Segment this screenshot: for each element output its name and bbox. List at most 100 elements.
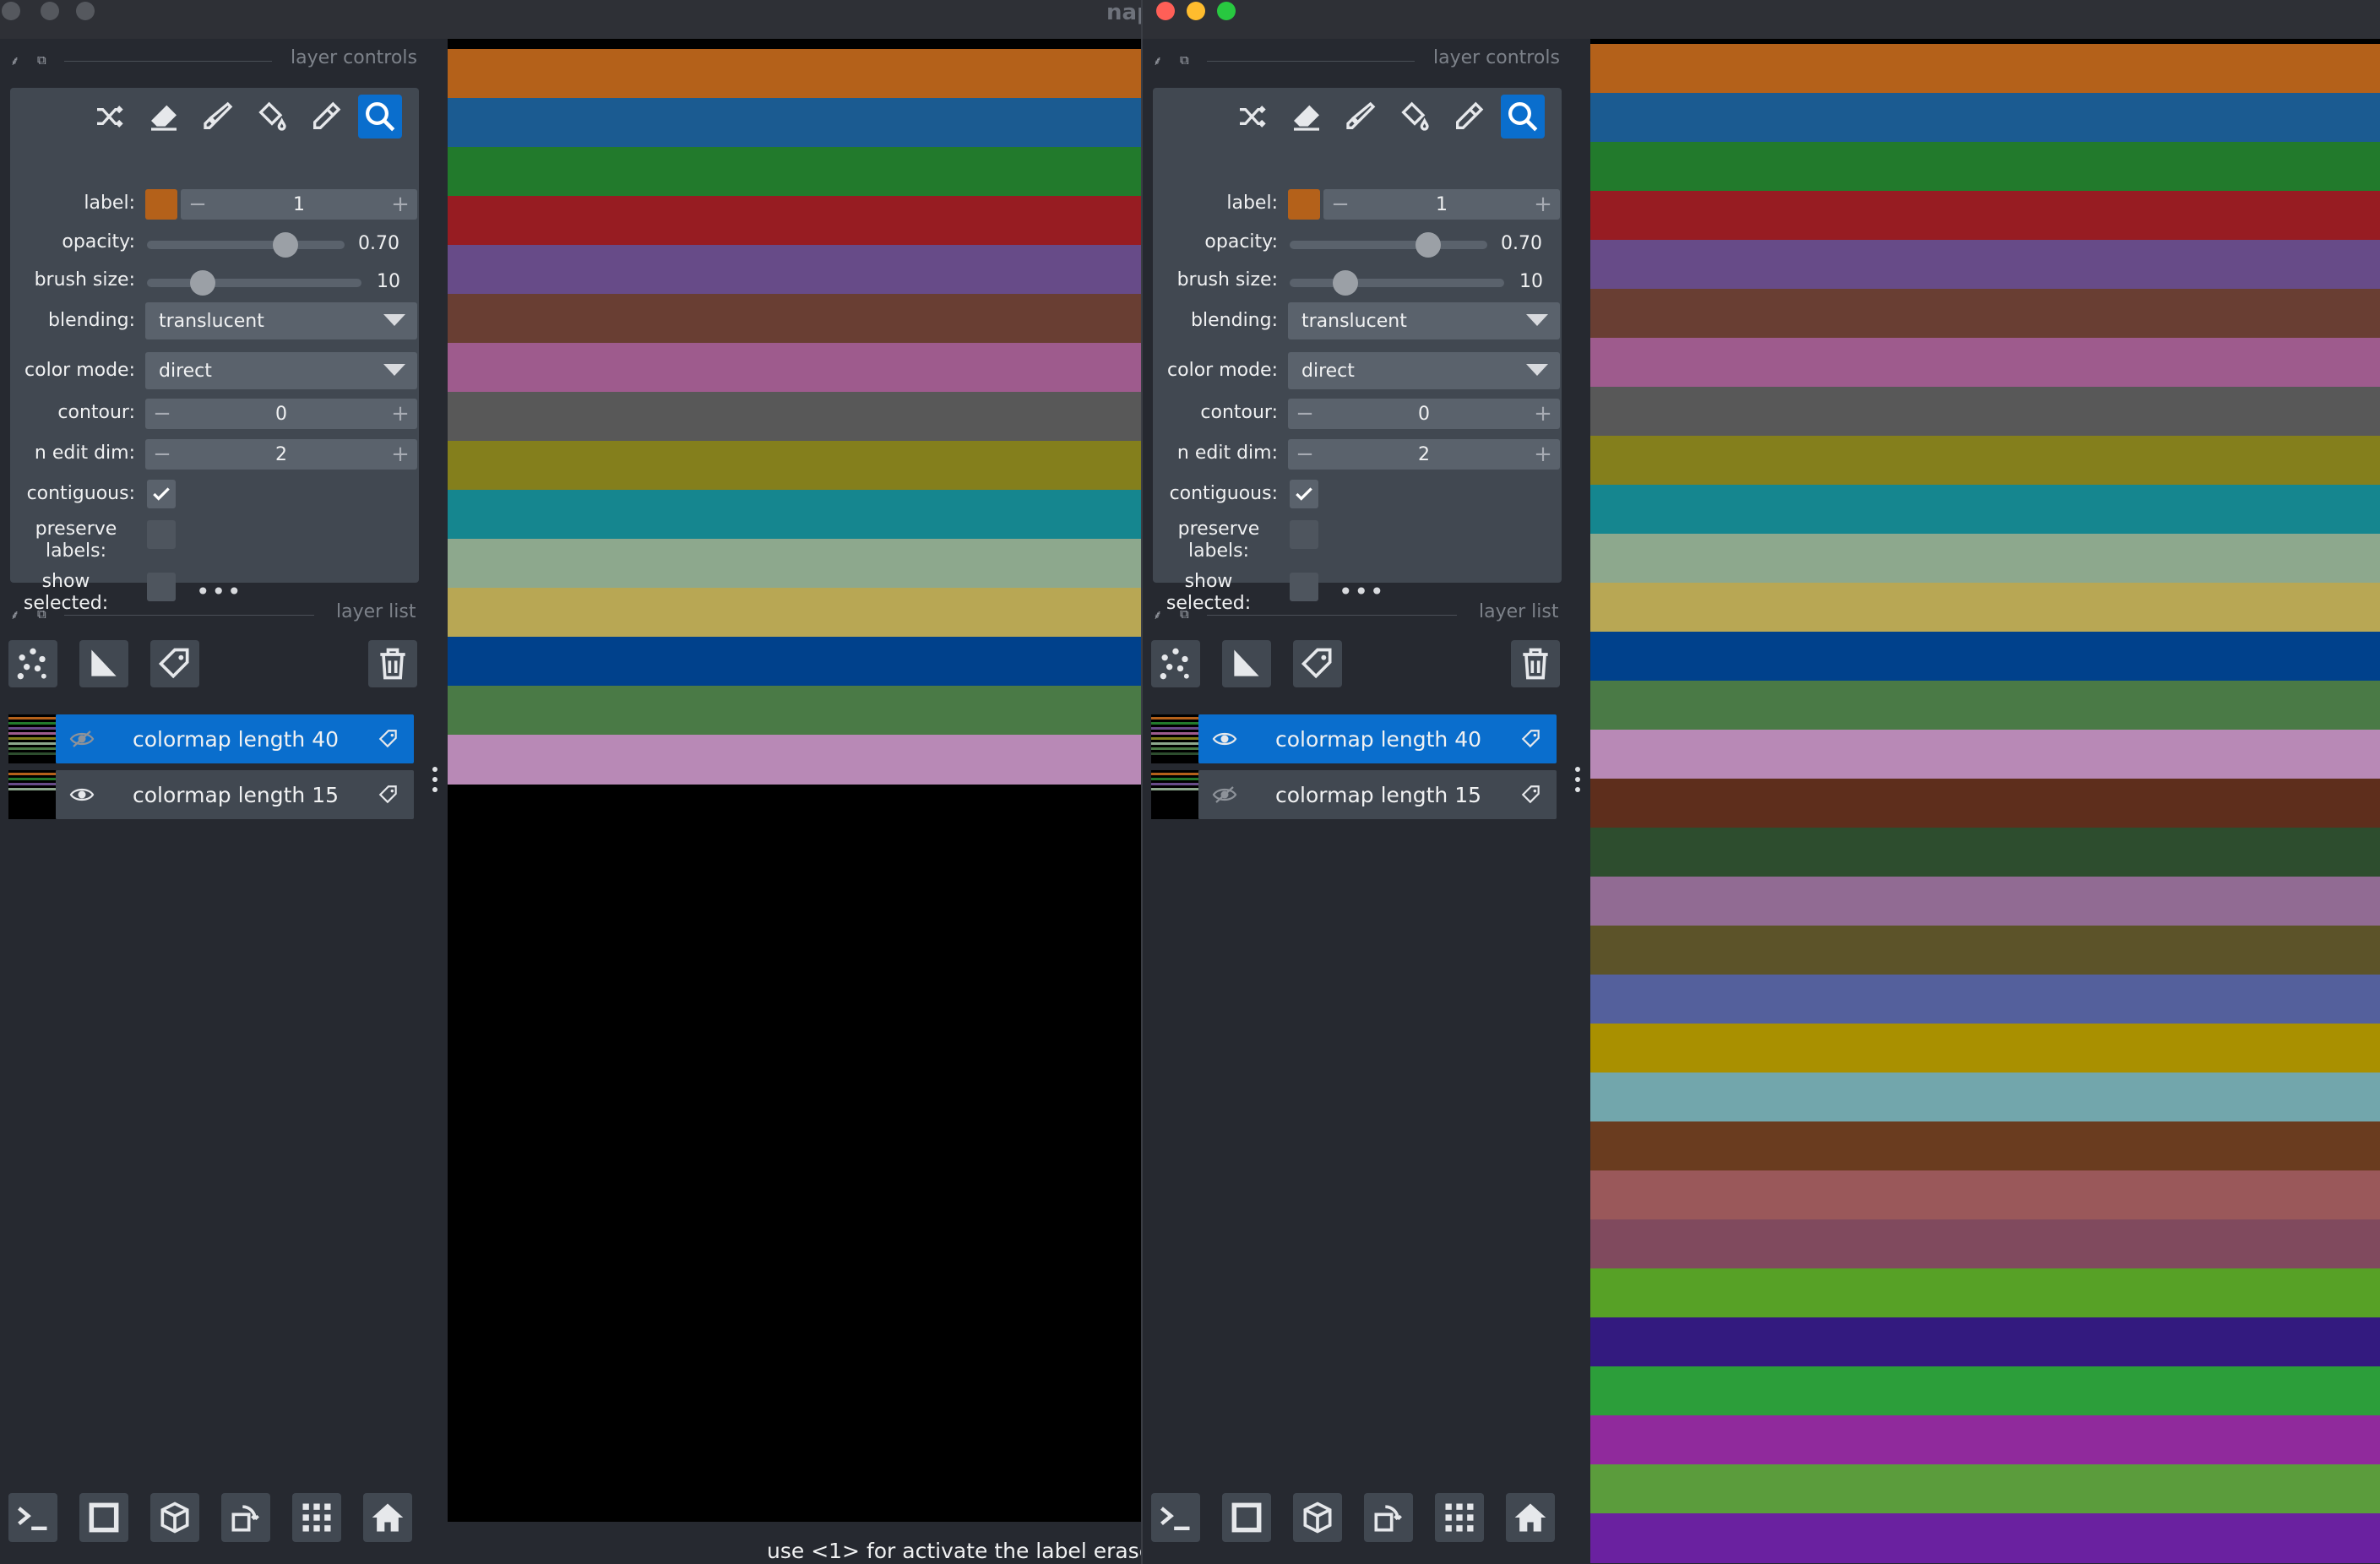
zoom-icon[interactable] bbox=[76, 2, 95, 20]
float-icon[interactable]: ⸙ bbox=[1153, 52, 1162, 69]
opacity-slider-handle[interactable] bbox=[1415, 232, 1441, 258]
decrement-button[interactable]: − bbox=[1323, 192, 1357, 217]
reset-view-button[interactable] bbox=[363, 1493, 412, 1542]
grid-view-button[interactable] bbox=[1435, 1493, 1484, 1542]
transpose-button[interactable] bbox=[221, 1493, 270, 1542]
opacity-slider-handle[interactable] bbox=[272, 232, 298, 258]
shuffle-button[interactable] bbox=[88, 95, 132, 138]
layer-item[interactable]: colormap length 40 bbox=[1198, 714, 1557, 763]
preserve-labels-checkbox[interactable] bbox=[1290, 520, 1318, 549]
close-icon[interactable] bbox=[1156, 2, 1175, 20]
roll-dims-button[interactable] bbox=[1293, 1493, 1342, 1542]
fill-button[interactable] bbox=[250, 95, 294, 138]
opacity-slider[interactable] bbox=[147, 241, 345, 249]
brush-size-slider[interactable] bbox=[1290, 279, 1504, 287]
pan-zoom-button[interactable] bbox=[358, 95, 402, 138]
layer-item[interactable]: colormap length 15 bbox=[1198, 770, 1557, 819]
label-stripe bbox=[1590, 436, 2380, 486]
new-labels-button[interactable] bbox=[1293, 640, 1342, 687]
contour-spinbox[interactable]: − 0 + bbox=[145, 399, 417, 429]
vertical-splitter-handle[interactable] bbox=[1575, 767, 1580, 797]
increment-button[interactable]: + bbox=[383, 401, 417, 426]
roll-dims-button[interactable] bbox=[150, 1493, 199, 1542]
ndisplay-button[interactable] bbox=[1222, 1493, 1271, 1542]
shuffle-button[interactable] bbox=[1231, 95, 1274, 138]
fill-button[interactable] bbox=[1393, 95, 1437, 138]
layer-controls-title: layer controls bbox=[291, 47, 417, 68]
decrement-button[interactable]: − bbox=[145, 442, 179, 467]
new-shapes-button[interactable] bbox=[79, 640, 128, 687]
eraser-button[interactable] bbox=[1285, 95, 1329, 138]
pan-zoom-button[interactable] bbox=[1501, 95, 1545, 138]
visibility-eye-icon[interactable] bbox=[1198, 785, 1251, 804]
blending-dropdown[interactable]: translucent bbox=[1288, 302, 1560, 339]
picker-button[interactable] bbox=[1447, 95, 1491, 138]
show-selected-checkbox[interactable] bbox=[147, 573, 176, 601]
transpose-button[interactable] bbox=[1364, 1493, 1413, 1542]
color-mode-dropdown[interactable]: direct bbox=[1288, 352, 1560, 389]
preserve-labels-checkbox[interactable] bbox=[147, 520, 176, 549]
n-edit-dim-spinbox[interactable]: − 2 + bbox=[145, 439, 417, 470]
color-mode-dropdown[interactable]: direct bbox=[145, 352, 417, 389]
dock-icon[interactable]: ⧉ bbox=[37, 52, 46, 68]
brush-size-slider-handle[interactable] bbox=[1333, 270, 1359, 296]
n-edit-dim-spinbox[interactable]: − 2 + bbox=[1288, 439, 1560, 470]
float-icon[interactable]: ⸙ bbox=[10, 606, 19, 623]
paint-button[interactable] bbox=[1339, 95, 1383, 138]
layer-item[interactable]: colormap length 15 bbox=[56, 770, 414, 819]
vertical-splitter-handle[interactable] bbox=[432, 767, 437, 797]
decrement-button[interactable]: − bbox=[145, 401, 179, 426]
new-points-button[interactable] bbox=[1151, 640, 1200, 687]
label-spinbox[interactable]: − 1 + bbox=[1323, 189, 1560, 220]
console-button[interactable] bbox=[1151, 1493, 1200, 1542]
new-labels-button[interactable] bbox=[150, 640, 199, 687]
dock-icon[interactable]: ⧉ bbox=[1180, 52, 1189, 68]
contour-spinbox[interactable]: − 0 + bbox=[1288, 399, 1560, 429]
increment-button[interactable]: + bbox=[383, 442, 417, 467]
contiguous-checkbox[interactable] bbox=[147, 480, 176, 508]
layer-item[interactable]: colormap length 40 bbox=[56, 714, 414, 763]
paint-button[interactable] bbox=[196, 95, 240, 138]
new-shapes-button[interactable] bbox=[1222, 640, 1271, 687]
delete-layer-button[interactable] bbox=[1511, 640, 1560, 687]
contiguous-checkbox[interactable] bbox=[1290, 480, 1318, 508]
zoom-icon[interactable] bbox=[1217, 2, 1236, 20]
decrement-button[interactable]: − bbox=[181, 192, 215, 217]
float-icon[interactable]: ⸙ bbox=[1153, 606, 1162, 623]
increment-button[interactable]: + bbox=[1526, 192, 1560, 217]
minimize-icon[interactable] bbox=[1187, 2, 1205, 20]
delete-layer-button[interactable] bbox=[368, 640, 417, 687]
grid-view-button[interactable] bbox=[292, 1493, 341, 1542]
visibility-eye-icon[interactable] bbox=[1198, 730, 1251, 748]
picker-button[interactable] bbox=[304, 95, 348, 138]
new-points-button[interactable] bbox=[8, 640, 57, 687]
increment-button[interactable]: + bbox=[1526, 442, 1560, 467]
opacity-slider[interactable] bbox=[1290, 241, 1487, 249]
brush-size-slider[interactable] bbox=[147, 279, 361, 287]
reset-view-button[interactable] bbox=[1506, 1493, 1555, 1542]
contiguous-label: contiguous: bbox=[1169, 483, 1278, 504]
increment-button[interactable]: + bbox=[1526, 401, 1560, 426]
decrement-button[interactable]: − bbox=[1288, 401, 1322, 426]
brush-size-slider-handle[interactable] bbox=[190, 270, 216, 296]
label-spinbox[interactable]: − 1 + bbox=[181, 189, 417, 220]
label-stripe bbox=[1590, 338, 2380, 388]
close-icon[interactable] bbox=[2, 2, 20, 20]
decrement-button[interactable]: − bbox=[1288, 442, 1322, 467]
increment-button[interactable]: + bbox=[383, 192, 417, 217]
blending-dropdown[interactable]: translucent bbox=[145, 302, 417, 339]
eyedropper-icon bbox=[1456, 101, 1484, 129]
dock-icon[interactable]: ⧉ bbox=[37, 606, 46, 622]
ndisplay-button[interactable] bbox=[79, 1493, 128, 1542]
float-icon[interactable]: ⸙ bbox=[10, 52, 19, 69]
dock-icon[interactable]: ⧉ bbox=[1180, 606, 1189, 622]
right-canvas[interactable] bbox=[1590, 39, 2380, 1563]
visibility-eye-icon[interactable] bbox=[56, 785, 108, 804]
eraser-button[interactable] bbox=[142, 95, 186, 138]
left-canvas[interactable] bbox=[448, 39, 1141, 1522]
grid-icon bbox=[1445, 1503, 1474, 1532]
minimize-icon[interactable] bbox=[41, 2, 59, 20]
show-selected-checkbox[interactable] bbox=[1290, 573, 1318, 601]
console-button[interactable] bbox=[8, 1493, 57, 1542]
visibility-eye-icon[interactable] bbox=[56, 730, 108, 748]
